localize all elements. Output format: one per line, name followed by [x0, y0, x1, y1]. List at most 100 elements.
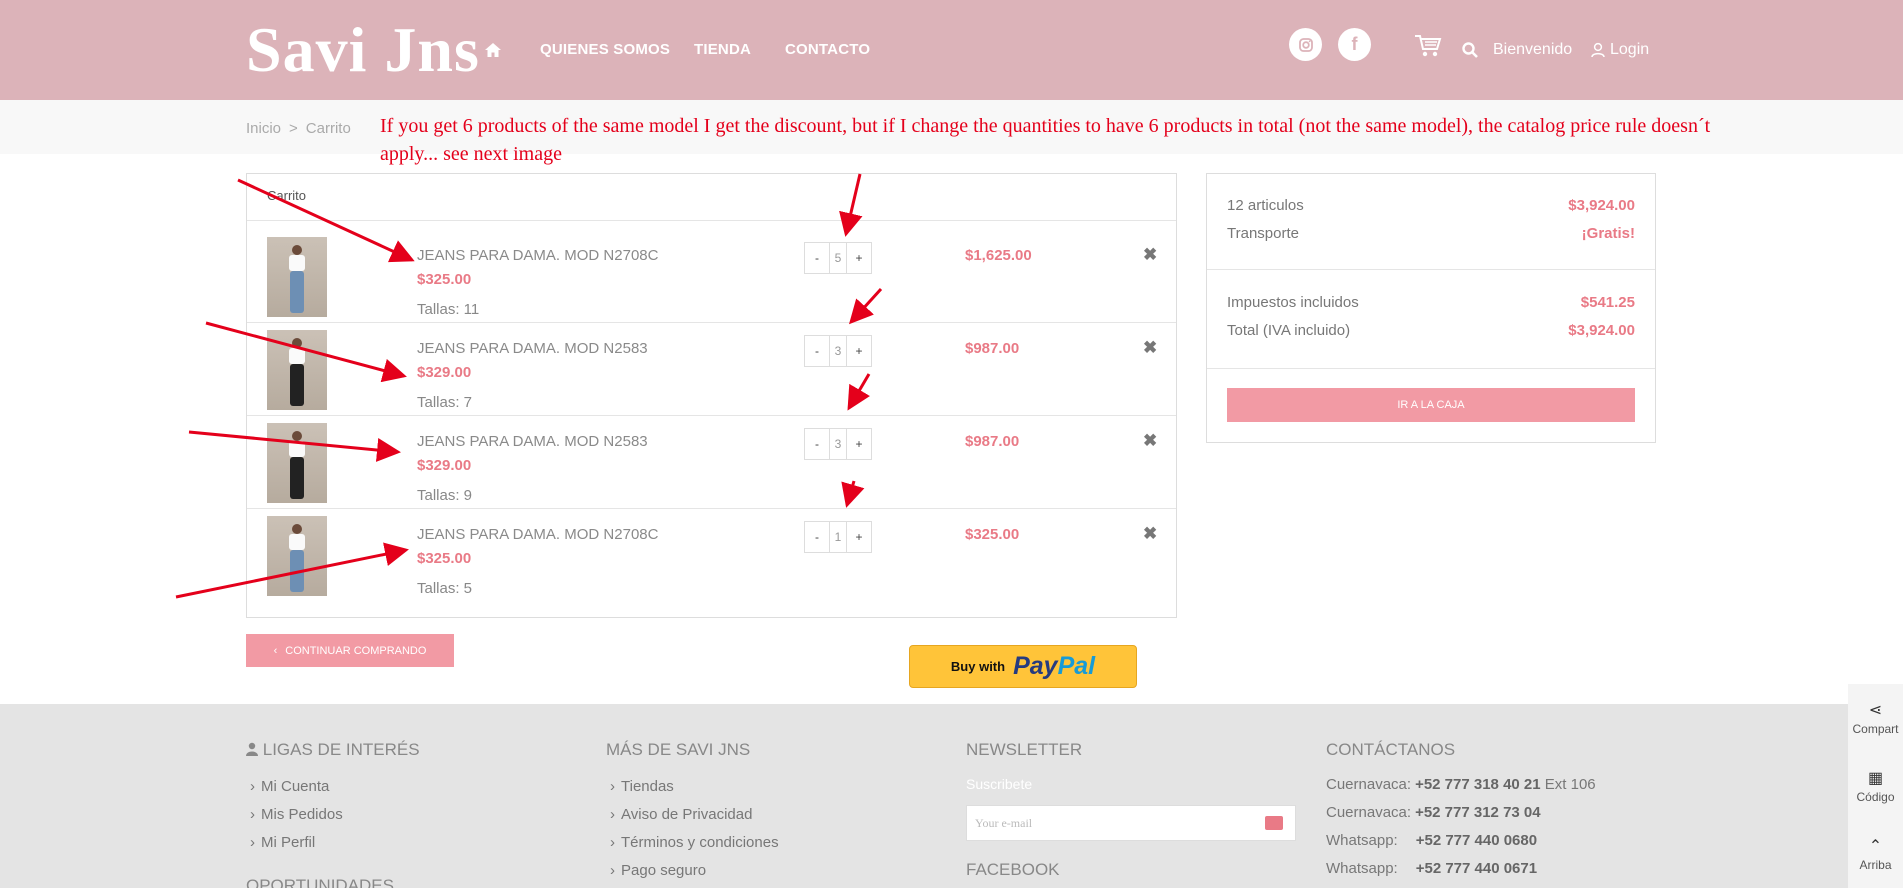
cart-icon[interactable] — [1414, 33, 1442, 59]
contact-extension: Ext 106 — [1540, 776, 1596, 793]
summary-total-value: $3,924.00 — [1568, 322, 1635, 339]
contact-phone[interactable]: +52 777 440 0671 — [1416, 860, 1537, 877]
login-link[interactable]: Login — [1591, 41, 1649, 59]
nav-quienes-somos[interactable]: QUIENES SOMOS — [540, 41, 670, 58]
side-toolbar: ⋖ Compart ▦ Código ⌃ Arriba — [1848, 684, 1903, 888]
annotation-note: If you get 6 products of the same model … — [380, 115, 1711, 165]
checkout-button[interactable]: IR A LA CAJA — [1227, 388, 1635, 422]
contact-phone[interactable]: +52 777 440 0680 — [1416, 832, 1537, 849]
line-total: $325.00 — [965, 526, 1020, 543]
back-to-top-button[interactable]: ⌃ Arriba — [1848, 836, 1903, 872]
facebook-icon[interactable]: f — [1338, 28, 1371, 61]
facebook-glyph: f — [1351, 34, 1358, 54]
site-footer — [0, 704, 1903, 888]
contact-label: Cuernavaca: — [1326, 776, 1412, 793]
remove-icon[interactable]: ✖ — [1143, 338, 1157, 358]
remove-icon[interactable]: ✖ — [1143, 431, 1157, 451]
product-price: $325.00 — [417, 550, 472, 567]
breadcrumb: Inicio > Carrito — [246, 120, 351, 137]
breadcrumb-current: Carrito — [305, 120, 351, 137]
product-name[interactable]: JEANS PARA DAMA. MOD N2708C — [417, 526, 658, 543]
footer-link-aviso[interactable]: Aviso de Privacidad — [610, 806, 752, 823]
remove-icon[interactable]: ✖ — [1143, 245, 1157, 265]
contact-label: Whatsapp: — [1326, 832, 1398, 849]
quantity-stepper: - 3 + — [804, 335, 872, 367]
summary-total-label: Total (IVA incluido) — [1227, 322, 1351, 339]
home-icon[interactable] — [483, 40, 503, 60]
contact-line: Whatsapp: +52 777 440 0680 — [1326, 832, 1537, 849]
product-price: $329.00 — [417, 364, 472, 381]
footer-link-terminos[interactable]: Términos y condiciones — [610, 834, 779, 851]
summary-tax-value: $541.25 — [1580, 294, 1635, 311]
footer-links-heading: LIGAS DE INTERÉS — [246, 740, 420, 760]
product-size: Tallas: 7 — [417, 394, 473, 411]
footer-col4-title: CONTÁCTANOS — [1326, 740, 1456, 759]
login-label: Login — [1610, 41, 1650, 58]
product-thumbnail[interactable] — [267, 237, 327, 317]
decrement-button[interactable]: - — [805, 243, 829, 273]
contact-label: Whatsapp: — [1326, 860, 1398, 877]
site-logo[interactable]: Savi Jns — [246, 14, 480, 86]
divider — [1207, 368, 1655, 369]
top-label: Arriba — [1859, 858, 1892, 872]
quantity-input[interactable]: 5 — [829, 243, 847, 273]
quantity-input[interactable]: 3 — [829, 429, 847, 459]
breadcrumb-home[interactable]: Inicio — [246, 120, 281, 137]
footer-col3-next-heading: FACEBOOK — [966, 860, 1060, 879]
paypal-logo-a: Pay — [1013, 652, 1058, 680]
product-thumbnail[interactable] — [267, 330, 327, 410]
increment-button[interactable]: + — [847, 429, 871, 459]
breadcrumb-separator: > — [289, 120, 298, 137]
cart-row: JEANS PARA DAMA. MOD N2708C $325.00 Tall… — [247, 506, 1176, 598]
product-thumbnail[interactable] — [267, 423, 327, 503]
decrement-button[interactable]: - — [805, 429, 829, 459]
summary-shipping-label: Transporte — [1227, 225, 1299, 242]
footer-col3-title: NEWSLETTER — [966, 740, 1083, 759]
footer-link-mi-perfil[interactable]: Mi Perfil — [250, 834, 315, 851]
chevron-left-icon: ‹ — [273, 644, 278, 657]
product-thumbnail[interactable] — [267, 516, 327, 596]
product-name[interactable]: JEANS PARA DAMA. MOD N2583 — [417, 433, 648, 450]
remove-icon[interactable]: ✖ — [1143, 524, 1157, 544]
quantity-input[interactable]: 3 — [829, 336, 847, 366]
newsletter-email-field[interactable]: Your e-mail — [966, 805, 1296, 841]
footer-link-mis-pedidos[interactable]: Mis Pedidos — [250, 806, 343, 823]
quantity-input[interactable]: 1 — [829, 522, 847, 552]
paypal-prefix: Buy with — [950, 659, 1006, 674]
summary-total-line: Total (IVA incluido) $3,924.00 — [1227, 322, 1635, 339]
contact-label: Cuernavaca: — [1326, 804, 1412, 821]
decrement-button[interactable]: - — [805, 522, 829, 552]
search-icon[interactable] — [1461, 41, 1479, 59]
summary-items-label: 12 articulos — [1227, 197, 1304, 214]
share-label: Compart — [1852, 722, 1899, 736]
footer-link-mi-cuenta[interactable]: Mi Cuenta — [250, 778, 329, 795]
continue-shopping-button[interactable]: ‹ CONTINUAR COMPRANDO — [246, 634, 454, 667]
share-button[interactable]: ⋖ Compart — [1848, 700, 1903, 736]
summary-items-value: $3,924.00 — [1568, 197, 1635, 214]
cart-row: JEANS PARA DAMA. MOD N2583 $329.00 Talla… — [247, 413, 1176, 505]
decrement-button[interactable]: - — [805, 336, 829, 366]
qr-code-button[interactable]: ▦ Código — [1848, 768, 1903, 804]
paypal-button[interactable]: Buy with PayPal — [909, 645, 1137, 688]
product-name[interactable]: JEANS PARA DAMA. MOD N2583 — [417, 340, 648, 357]
increment-button[interactable]: + — [847, 522, 871, 552]
summary-tax-line: Impuestos incluidos $541.25 — [1227, 294, 1635, 311]
instagram-icon[interactable] — [1289, 28, 1322, 61]
newsletter-placeholder: Your e-mail — [975, 816, 1033, 830]
nav-tienda[interactable]: TIENDA — [694, 41, 751, 58]
increment-button[interactable]: + — [847, 336, 871, 366]
contact-phone[interactable]: +52 777 312 73 04 — [1415, 804, 1541, 821]
summary-items-line: 12 articulos $3,924.00 — [1227, 197, 1635, 214]
footer-link-tiendas[interactable]: Tiendas — [610, 778, 674, 795]
mail-icon[interactable] — [1265, 816, 1283, 830]
increment-button[interactable]: + — [847, 243, 871, 273]
footer-col2-title: MÁS DE SAVI JNS — [606, 740, 751, 759]
continue-label: CONTINUAR COMPRANDO — [285, 644, 427, 657]
paypal-logo-b: Pal — [1057, 652, 1096, 680]
summary-shipping-value: ¡Gratis! — [1581, 225, 1635, 242]
product-name[interactable]: JEANS PARA DAMA. MOD N2708C — [417, 247, 658, 264]
footer-link-pago-seguro[interactable]: Pago seguro — [610, 862, 706, 879]
nav-contacto[interactable]: CONTACTO — [785, 41, 870, 58]
welcome-text: Bienvenido — [1493, 41, 1573, 58]
contact-phone[interactable]: +52 777 318 40 21 — [1415, 776, 1541, 793]
